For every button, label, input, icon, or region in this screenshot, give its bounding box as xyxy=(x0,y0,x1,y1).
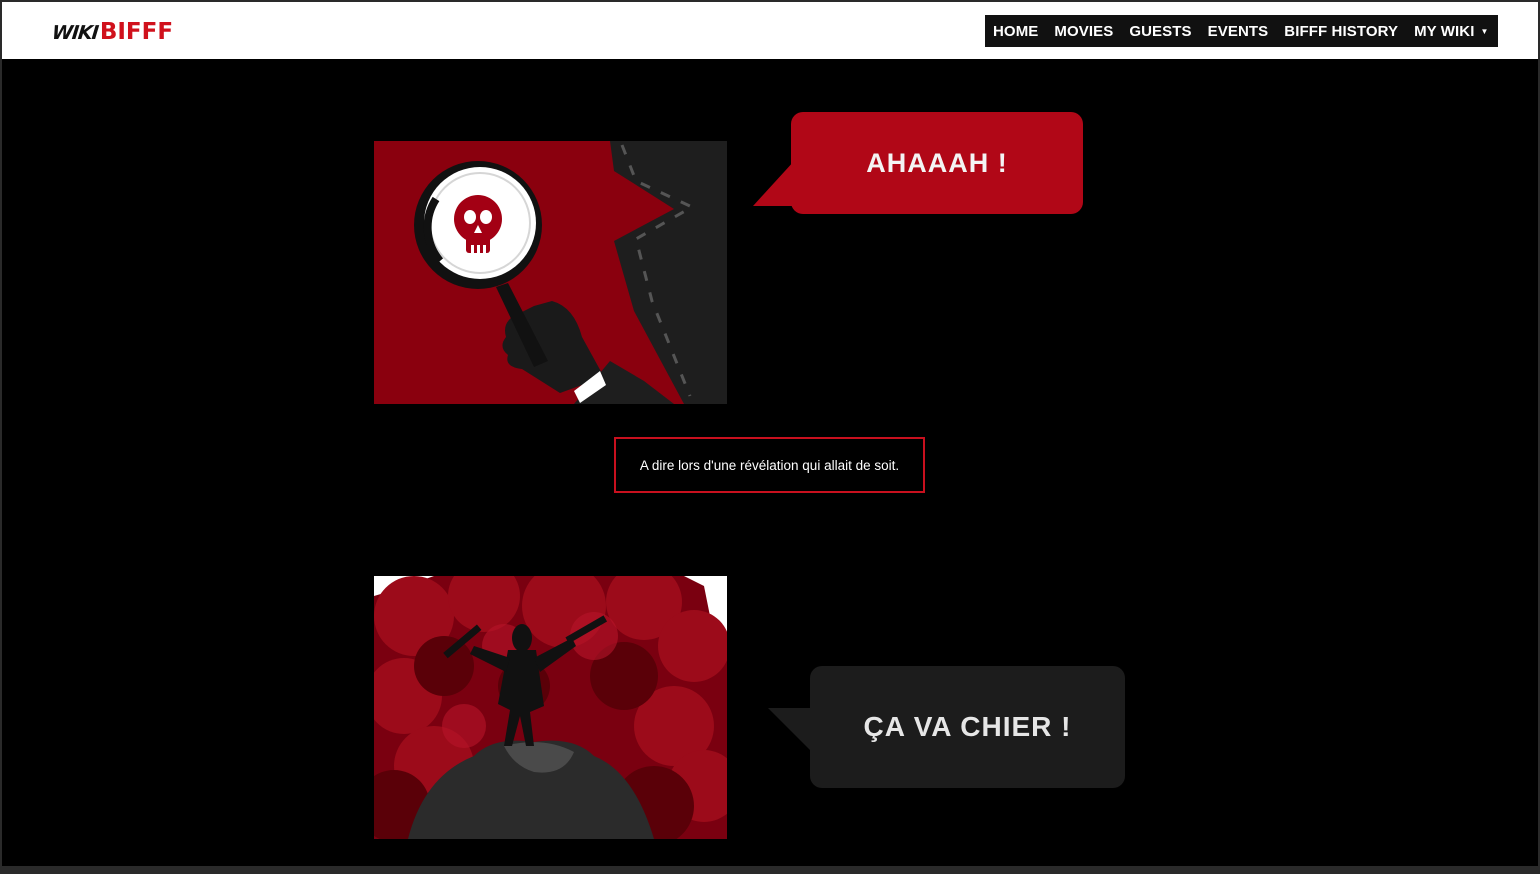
site-logo[interactable]: WIKI BIFFF xyxy=(50,19,174,45)
logo-bifff-text: BIFFF xyxy=(99,19,174,45)
nav-bifff-history[interactable]: BIFFF HISTORY xyxy=(1284,23,1398,40)
nav-my-wiki[interactable]: MY WIKI xyxy=(1414,23,1474,40)
nav-home[interactable]: HOME xyxy=(993,23,1038,40)
caption-text: A dire lors d'une révélation qui allait … xyxy=(639,457,900,473)
speech-bubble-tail xyxy=(768,708,812,752)
speech-bubble-ca-va-chier: ÇA VA CHIER ! xyxy=(768,666,1125,788)
speech-bubble-tail xyxy=(753,160,795,206)
nav-movies[interactable]: MOVIES xyxy=(1054,23,1113,40)
nav-guests[interactable]: GUESTS xyxy=(1129,23,1191,40)
caret-down-icon[interactable]: ▼ xyxy=(1481,27,1489,36)
gunman-on-rock-icon xyxy=(374,576,727,839)
bubble-text-ca-va-chier: ÇA VA CHIER ! xyxy=(863,711,1072,742)
caption-box: A dire lors d'une révélation qui allait … xyxy=(614,437,925,493)
illustration-magnifying-glass xyxy=(374,141,727,404)
site-header: WIKI BIFFF HOME MOVIES GUESTS EVENTS BIF… xyxy=(2,2,1538,59)
main-nav: HOME MOVIES GUESTS EVENTS BIFFF HISTORY … xyxy=(985,15,1498,47)
speech-bubble-ahaaah: AHAAAH ! xyxy=(753,112,1083,214)
illustration-gunman xyxy=(374,576,727,839)
nav-events[interactable]: EVENTS xyxy=(1208,23,1269,40)
magnifying-glass-skull-icon xyxy=(374,141,727,404)
bubble-text-ahaaah: AHAAAH ! xyxy=(866,147,1008,178)
logo-wiki-text: WIKI xyxy=(50,22,99,44)
page: WIKI BIFFF HOME MOVIES GUESTS EVENTS BIF… xyxy=(2,2,1538,866)
